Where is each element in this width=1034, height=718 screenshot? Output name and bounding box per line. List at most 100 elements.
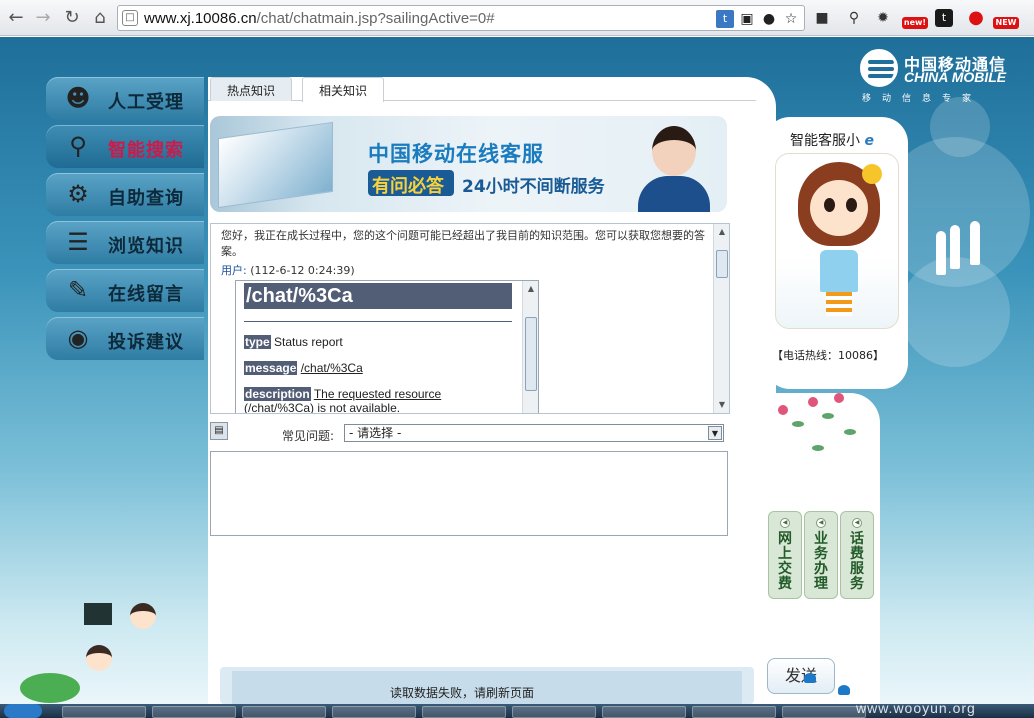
banner-title: 中国移动在线客服	[368, 142, 544, 166]
error-frame-scrollbar[interactable]: ▲	[522, 281, 538, 413]
error-message-key: message	[244, 361, 298, 375]
scroll-up-icon[interactable]: ▲	[715, 225, 729, 239]
online-payment-button[interactable]: ◀ 网上交费	[768, 511, 802, 599]
billing-service-button[interactable]: ◀ 话费服务	[840, 511, 874, 599]
chat-log[interactable]: 您好，我正在成长过程中，您的这个问题可能已经超出了我目前的知识范围。您可以获取您…	[210, 223, 730, 414]
flower-bow-icon	[862, 164, 882, 184]
chat-user-time: (112-6-12 0:24:39)	[250, 264, 355, 277]
menu-item-smart-search[interactable]: ⚲ 智能搜索	[46, 125, 204, 168]
faq-select[interactable]: - 请选择 - ▼	[344, 424, 724, 442]
taskbar-item[interactable]	[242, 706, 326, 718]
assistant-avatar[interactable]	[775, 153, 899, 329]
bug-icon[interactable]: ✹	[872, 7, 894, 29]
taskbar-item[interactable]	[152, 706, 236, 718]
service-banner: 中国移动在线客服 有问必答 24小时不间断服务	[210, 116, 727, 212]
search-extension-icon[interactable]: ⚲	[843, 7, 865, 29]
billing-service-label: 话费服务	[850, 531, 864, 592]
globe-icon: ◉	[67, 324, 89, 352]
reload-icon[interactable]: ↻	[61, 7, 83, 29]
page-favicon-icon: □	[122, 10, 138, 26]
chevron-left-icon: ◀	[816, 518, 826, 528]
save-icon[interactable]: ▤	[210, 422, 228, 440]
menu-label: 自助查询	[108, 188, 184, 209]
chat-system-message: 您好，我正在成长过程中，您的这个问题可能已经超出了我目前的知识范围。您可以获取您…	[221, 229, 705, 258]
banner-agent-image	[630, 120, 714, 212]
logo-en-text: CHINA MOBILE	[904, 69, 1007, 85]
menu-item-browse-knowledge[interactable]: ☰ 浏览知识	[46, 221, 204, 264]
scroll-down-icon[interactable]: ▼	[715, 398, 729, 412]
taskbar-item[interactable]	[332, 706, 416, 718]
new-badge-icon[interactable]: NEW	[993, 7, 1019, 29]
stop-icon[interactable]: ●	[965, 7, 987, 29]
menu-label: 浏览知识	[108, 236, 184, 257]
error-message-value: /chat/%3Ca	[300, 361, 363, 375]
back-arrow-icon[interactable]: ←	[5, 7, 27, 29]
butterfly-icon	[838, 685, 850, 695]
menu-item-complaint[interactable]: ◉ 投诉建议	[46, 317, 204, 360]
query-icon: ⚙	[67, 180, 89, 208]
error-type-row: type Status report	[244, 335, 343, 349]
send-button[interactable]: 发送	[767, 658, 835, 694]
browser-toolbar: ← → ↻ ⌂ □ www.xj.10086.cn/chat/chatmain.…	[0, 0, 1034, 36]
start-button[interactable]	[4, 704, 42, 718]
taskbar-item[interactable]	[512, 706, 596, 718]
menu-item-online-message[interactable]: ✎ 在线留言	[46, 269, 204, 312]
menu-item-self-query[interactable]: ⚙ 自助查询	[46, 173, 204, 216]
menu-label: 智能搜索	[108, 140, 184, 161]
menu-item-manual-service[interactable]: ☻ 人工受理	[46, 77, 204, 120]
banner-slogan-b: 24小时不间断服务	[462, 177, 605, 197]
watermark-text: www.wooyun.org	[856, 700, 976, 716]
chat-user-label: 用户:	[221, 264, 247, 277]
knowledge-tabs: 热点知识 相关知识	[208, 77, 756, 102]
scroll-thumb[interactable]	[525, 317, 537, 391]
logo-tagline: 移动信息专家	[862, 94, 983, 104]
picture-icon[interactable]: ▣	[738, 10, 756, 28]
menu-label: 在线留言	[108, 284, 184, 305]
chevron-down-icon[interactable]: ▼	[708, 426, 722, 440]
bottom-panel: 读取数据失败，请刷新页面	[220, 667, 754, 704]
error-frame[interactable]: /chat/%3Ca type Status report message /c…	[235, 280, 539, 414]
load-error-text: 读取数据失败，请刷新页面	[390, 686, 535, 700]
book-icon: ☰	[67, 228, 89, 256]
china-mobile-mark-icon	[860, 49, 898, 87]
lightbulb-icon[interactable]: ●	[760, 10, 778, 28]
scroll-up-icon[interactable]: ▲	[524, 282, 538, 296]
kids-illustration	[20, 597, 170, 704]
scroll-thumb[interactable]	[716, 250, 728, 278]
home-icon[interactable]: ⌂	[89, 7, 111, 29]
taskbar-item[interactable]	[602, 706, 686, 718]
lock-icon[interactable]: ■	[811, 7, 833, 29]
chevron-left-icon: ◀	[852, 518, 862, 528]
tab-related-knowledge[interactable]: 相关知识	[302, 77, 385, 102]
online-payment-label: 网上交费	[778, 531, 792, 592]
chat-scrollbar[interactable]: ▲ ▼	[713, 224, 729, 413]
forward-arrow-icon[interactable]: →	[32, 7, 54, 29]
menu-label: 投诉建议	[108, 332, 184, 353]
taskbar-item[interactable]	[692, 706, 776, 718]
faq-selected-value: - 请选择 -	[349, 426, 402, 440]
bookmark-star-icon[interactable]: ☆	[782, 10, 800, 28]
error-message-row: message /chat/%3Ca	[244, 361, 363, 375]
magnifier-icon: ⚲	[69, 132, 87, 160]
faq-label: 常见问题:	[282, 429, 335, 443]
chevron-left-icon: ◀	[780, 518, 790, 528]
url-text[interactable]: www.xj.10086.cn/chat/chatmain.jsp?sailin…	[144, 10, 495, 27]
chat-user-line: 用户: (112-6-12 0:24:39)	[221, 262, 355, 278]
message-input[interactable]	[210, 451, 728, 536]
address-bar[interactable]: □ www.xj.10086.cn/chat/chatmain.jsp?sail…	[117, 5, 805, 31]
twitter-icon[interactable]: t	[935, 9, 953, 27]
new-extension-icon[interactable]: new!	[902, 7, 928, 29]
banner-slogan-a: 有问必答	[372, 176, 444, 197]
error-description-key: description	[244, 387, 311, 401]
taskbar-item[interactable]	[782, 706, 866, 718]
taskbar-item[interactable]	[62, 706, 146, 718]
hotline-text: 【电话热线：10086】	[772, 349, 884, 362]
flower-decoration	[772, 391, 878, 481]
main-panel: 热点知识 相关知识 中国移动在线客服 有问必答 24小时不间断服务 您好，我正在…	[208, 77, 776, 704]
business-handling-button[interactable]: ◀ 业务办理	[804, 511, 838, 599]
error-description-value-2: (/chat/%3Ca) is not available.	[244, 401, 401, 414]
url-host: www.xj.10086.cn	[144, 10, 257, 27]
tab-hot-knowledge[interactable]: 热点知识	[210, 77, 293, 101]
taskbar-item[interactable]	[422, 706, 506, 718]
translate-icon[interactable]: t	[716, 10, 734, 28]
